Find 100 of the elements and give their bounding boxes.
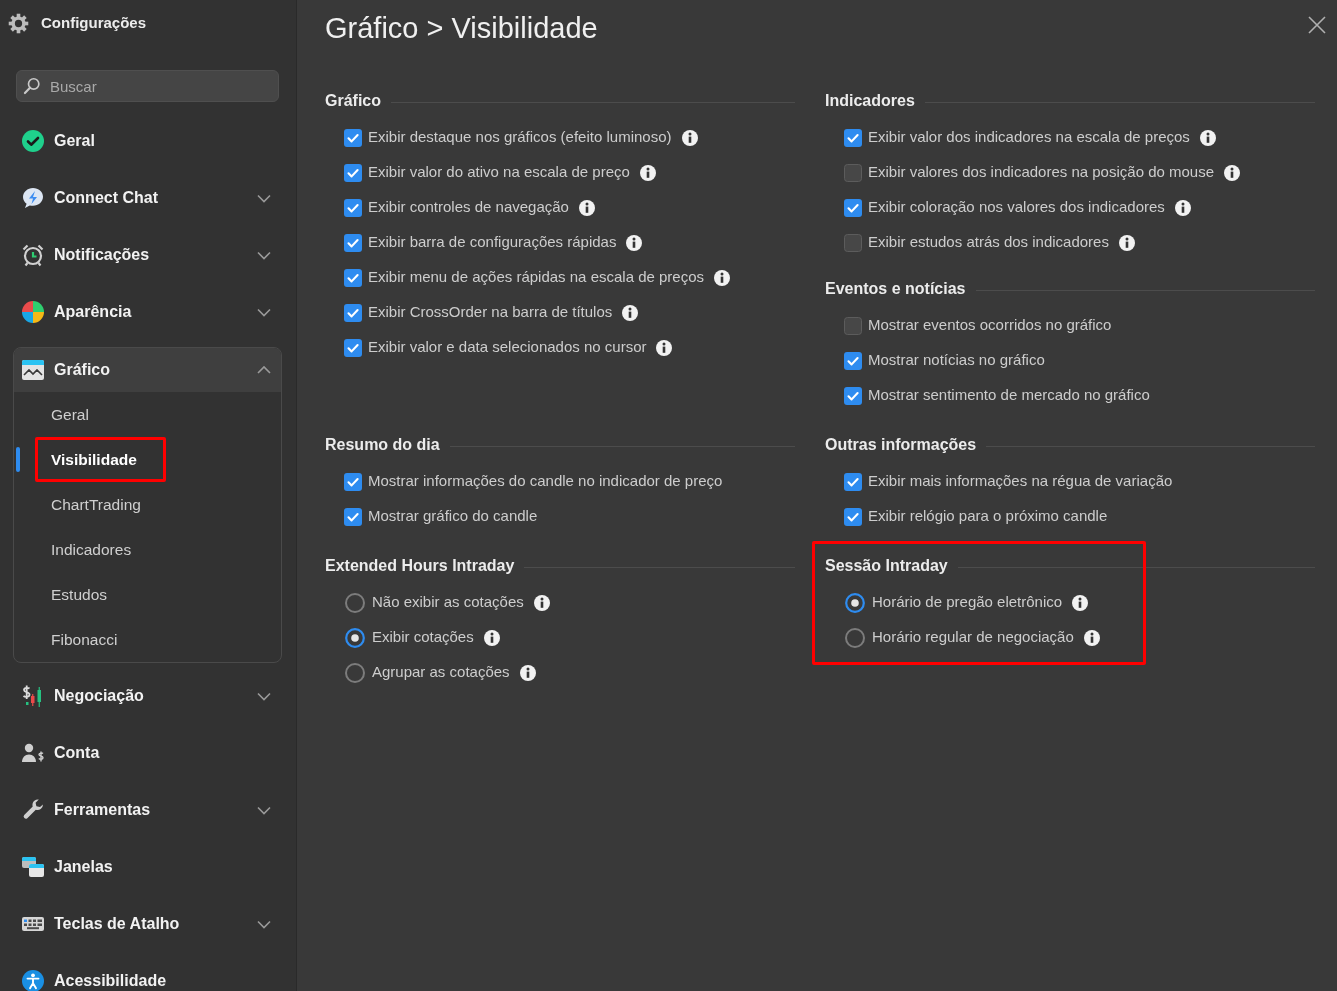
- checkbox[interactable]: [344, 128, 362, 147]
- settings-icon: [7, 11, 30, 35]
- info-icon[interactable]: [681, 129, 698, 146]
- info-icon[interactable]: [1199, 129, 1216, 146]
- submenu-item[interactable]: ChartTrading: [14, 482, 281, 527]
- section-heading: Gráfico: [325, 91, 381, 111]
- option-label: Exibir coloração nos valores dos indicadores: [868, 197, 1165, 218]
- option-label: Exibir CrossOrder na barra de títulos: [368, 302, 613, 323]
- option-label: Exibir cotações: [372, 627, 474, 648]
- info-icon[interactable]: [656, 339, 673, 356]
- section-heading: Eventos e notícias: [825, 279, 966, 299]
- info-icon[interactable]: [626, 234, 643, 251]
- close-button[interactable]: [1306, 14, 1328, 36]
- submenu-item[interactable]: Estudos: [14, 572, 281, 617]
- checkbox[interactable]: [844, 472, 862, 491]
- info-icon[interactable]: [483, 629, 500, 646]
- nav-item[interactable]: Aparência: [13, 283, 282, 340]
- info-icon[interactable]: [714, 269, 731, 286]
- option-label: Exibir estudos atrás dos indicadores: [868, 232, 1109, 253]
- color-wheel-icon: [21, 299, 45, 324]
- checkbox[interactable]: [344, 472, 362, 491]
- submenu-item[interactable]: Indicadores: [14, 527, 281, 572]
- checkbox[interactable]: [344, 198, 362, 217]
- nav-item[interactable]: Conta: [13, 724, 282, 781]
- option-label: Horário regular de negociação: [872, 627, 1074, 648]
- search-field[interactable]: Buscar: [16, 70, 279, 102]
- section-heading: Sessão Intraday: [825, 556, 948, 576]
- nav-item[interactable]: Acessibilidade: [13, 952, 282, 991]
- section-heading: Extended Hours Intraday: [325, 556, 515, 576]
- checkbox[interactable]: [344, 303, 362, 322]
- section-heading: Outras informações: [825, 435, 977, 455]
- wrench-icon: [21, 797, 45, 822]
- option-label: Mostrar informações do candle no indicador de preço: [368, 471, 723, 492]
- option-label: Mostrar eventos ocorridos no gráfico: [868, 315, 1112, 336]
- sidebar-title: Configurações: [41, 12, 146, 33]
- info-icon[interactable]: [1083, 629, 1100, 646]
- info-icon[interactable]: [1224, 164, 1241, 181]
- nav-item[interactable]: Notificações: [13, 226, 282, 283]
- submenu-item[interactable]: Visibilidade: [14, 437, 281, 482]
- option-label: Mostrar sentimento de mercado no gráfico: [868, 385, 1150, 406]
- info-icon[interactable]: [1118, 234, 1135, 251]
- option-label: Exibir valores dos indicadores na posição do mouse: [868, 162, 1215, 183]
- option-label: Não exibir as cotações: [372, 592, 524, 613]
- info-icon[interactable]: [1072, 594, 1089, 611]
- option-label: Mostrar gráfico do candle: [368, 506, 538, 527]
- checkbox[interactable]: [844, 386, 862, 405]
- option-label: Horário de pregão eletrônico: [872, 592, 1063, 613]
- checkbox[interactable]: [344, 163, 362, 182]
- option-label: Exibir mais informações na régua de variação: [868, 471, 1173, 492]
- nav-item[interactable]: Janelas: [13, 838, 282, 895]
- alarm-clock-icon: [21, 242, 45, 267]
- checkbox[interactable]: [344, 338, 362, 357]
- checkbox[interactable]: [344, 233, 362, 252]
- option-label: Agrupar as cotações: [372, 662, 510, 683]
- option-label: Exibir valor e data selecionados no cursor: [368, 337, 647, 358]
- checkbox[interactable]: [344, 507, 362, 526]
- radio-button[interactable]: [345, 627, 365, 648]
- submenu-item[interactable]: Fibonacci: [14, 617, 281, 662]
- option-label: Mostrar notícias no gráfico: [868, 350, 1045, 371]
- info-icon[interactable]: [622, 304, 639, 321]
- nav-item[interactable]: Ferramentas: [13, 781, 282, 838]
- radio-button[interactable]: [345, 592, 365, 613]
- info-icon[interactable]: [639, 164, 656, 181]
- checkbox[interactable]: [844, 198, 862, 217]
- nav-item[interactable]: Connect Chat: [13, 169, 282, 226]
- radio-button[interactable]: [845, 627, 865, 648]
- checkbox[interactable]: [844, 316, 862, 335]
- option-label: Exibir valor dos indicadores na escala de preços: [868, 127, 1190, 148]
- info-icon[interactable]: [519, 664, 536, 681]
- info-icon[interactable]: [1174, 199, 1191, 216]
- nav-item[interactable]: Negociação: [13, 667, 282, 724]
- radio-button[interactable]: [845, 592, 865, 613]
- info-icon[interactable]: [578, 199, 595, 216]
- nav-item[interactable]: Gráfico: [14, 348, 281, 392]
- checkbox[interactable]: [844, 128, 862, 147]
- checkbox[interactable]: [844, 163, 862, 182]
- option-label: Exibir relógio para o próximo candle: [868, 506, 1108, 527]
- search-icon: [22, 76, 42, 96]
- checkbox[interactable]: [844, 351, 862, 370]
- checkbox[interactable]: [344, 268, 362, 287]
- accessibility-icon: [21, 968, 45, 991]
- option-label: Exibir menu de ações rápidas na escala de preços: [368, 267, 705, 288]
- page-title: Gráfico > Visibilidade: [325, 11, 598, 46]
- section-heading: Resumo do dia: [325, 435, 440, 455]
- option-label: Exibir controles de navegação: [368, 197, 569, 218]
- nav-item[interactable]: Geral: [13, 112, 282, 169]
- info-icon[interactable]: [533, 594, 550, 611]
- checkbox[interactable]: [844, 233, 862, 252]
- section-heading: Indicadores: [825, 91, 915, 111]
- option-label: Exibir valor do ativo na escala de preço: [368, 162, 630, 183]
- submenu-item[interactable]: Geral: [14, 392, 281, 437]
- chart-window-icon: [21, 358, 45, 382]
- selection-bar: [16, 447, 20, 472]
- checkbox[interactable]: [844, 507, 862, 526]
- check-circle-icon: [21, 128, 45, 153]
- nav-item[interactable]: Teclas de Atalho: [13, 895, 282, 952]
- radio-button[interactable]: [345, 662, 365, 683]
- option-label: Exibir barra de configurações rápidas: [368, 232, 617, 253]
- chat-bubble-icon: [21, 185, 45, 210]
- close-icon: [1308, 16, 1326, 34]
